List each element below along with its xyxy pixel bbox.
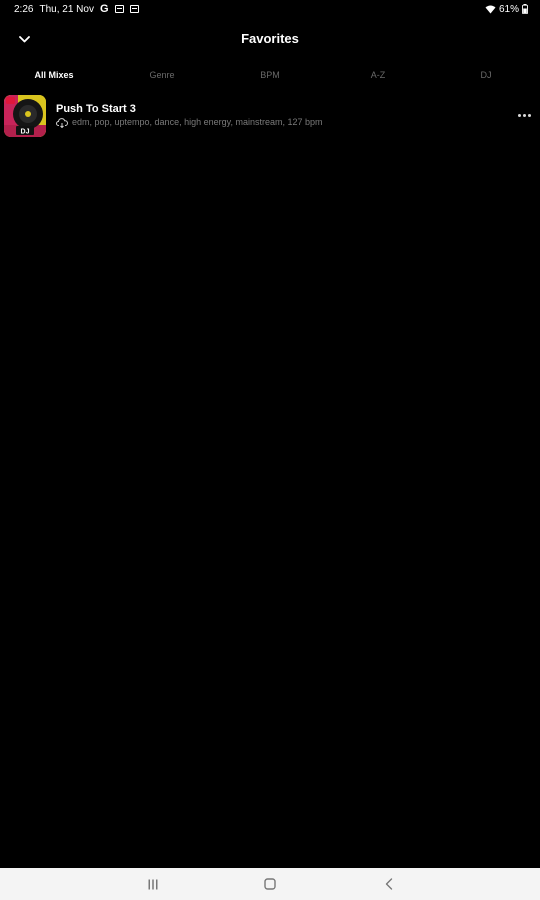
more-horizontal-icon xyxy=(522,113,526,117)
calendar-notification-icon xyxy=(114,5,124,13)
mix-title: Push To Start 3 xyxy=(56,103,136,115)
status-left: 2:26 Thu, 21 Nov G xyxy=(14,3,139,15)
back-arrow-icon xyxy=(385,878,393,890)
status-bar: 2:26 Thu, 21 Nov G 61% xyxy=(0,0,540,18)
tab-genre[interactable]: Genre xyxy=(108,66,216,86)
home-button[interactable] xyxy=(260,877,280,891)
status-time: 2:26 xyxy=(14,3,34,15)
header: Favorites xyxy=(0,24,540,54)
google-icon: G xyxy=(99,3,109,15)
system-nav-bar xyxy=(0,868,540,900)
tab-bpm[interactable]: BPM xyxy=(216,66,324,86)
more-options-button[interactable] xyxy=(516,110,532,120)
mix-list: DJ Push To Start 3 edm, pop, uptempo, da… xyxy=(0,94,540,138)
tab-dj[interactable]: DJ xyxy=(432,66,540,86)
recent-apps-icon xyxy=(148,879,158,889)
mix-subtitle: edm, pop, uptempo, dance, high energy, m… xyxy=(56,117,322,128)
tab-all-mixes[interactable]: All Mixes xyxy=(0,66,108,86)
filter-tabs: All Mixes Genre BPM A-Z DJ xyxy=(0,66,540,86)
tab-a-z[interactable]: A-Z xyxy=(324,66,432,86)
mix-thumbnail: DJ xyxy=(4,95,46,137)
status-right: 61% xyxy=(485,4,528,15)
back-nav-button[interactable] xyxy=(379,877,399,891)
recent-apps-button[interactable] xyxy=(143,877,163,891)
more-horizontal-icon xyxy=(517,113,521,117)
thumbnail-badge: DJ xyxy=(21,129,30,136)
battery-icon xyxy=(522,4,528,14)
wifi-icon xyxy=(485,5,496,14)
list-item[interactable]: DJ Push To Start 3 edm, pop, uptempo, da… xyxy=(0,94,540,138)
cloud-download-icon xyxy=(56,117,68,128)
gallery-notification-icon xyxy=(129,5,139,13)
mix-text: Push To Start 3 edm, pop, uptempo, dance… xyxy=(56,103,322,128)
more-horizontal-icon xyxy=(527,113,531,117)
mix-tags: edm, pop, uptempo, dance, high energy, m… xyxy=(72,117,323,127)
page-title: Favorites xyxy=(241,31,299,46)
status-date: Thu, 21 Nov xyxy=(39,3,94,15)
battery-percent: 61% xyxy=(498,3,519,15)
home-icon xyxy=(264,878,276,890)
